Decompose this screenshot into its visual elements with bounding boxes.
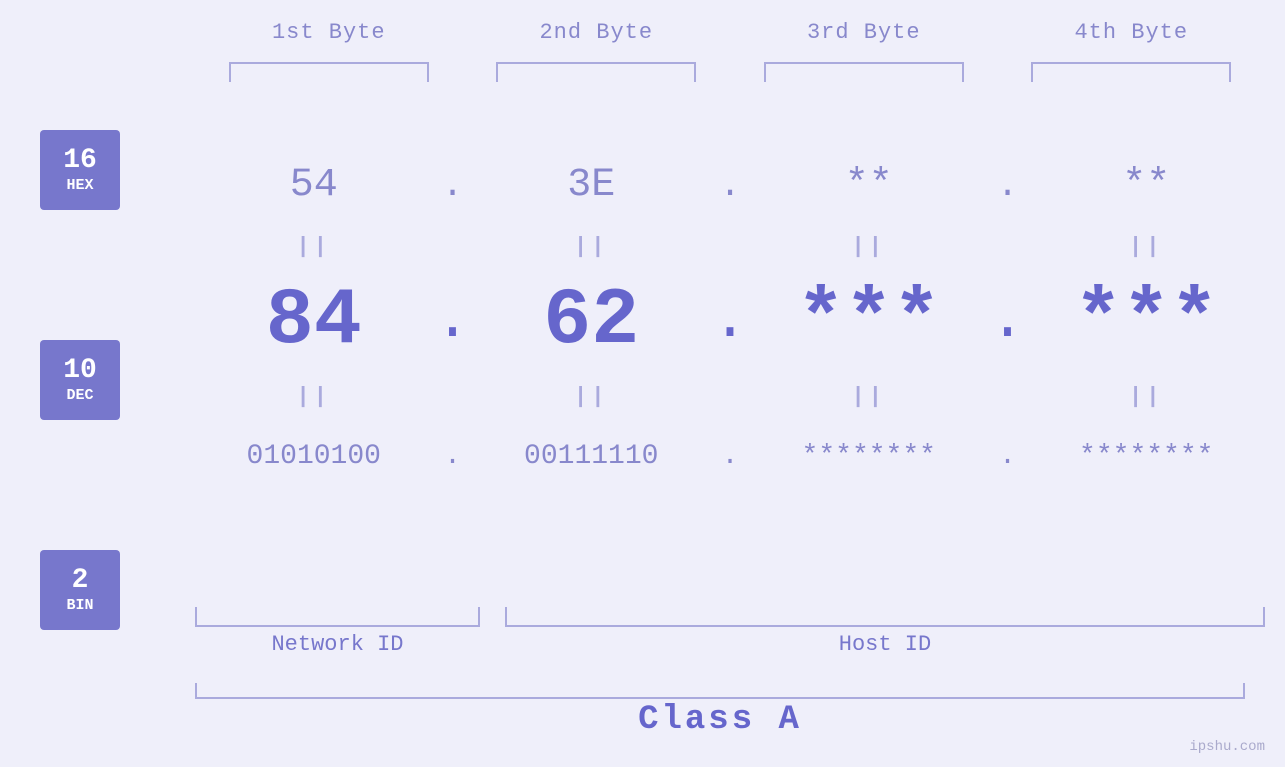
- bin-cell-3: ********: [750, 441, 988, 472]
- network-id-label: Network ID: [195, 632, 480, 657]
- hex-dot-2: .: [710, 165, 750, 206]
- byte-label-1: 1st Byte: [195, 20, 463, 45]
- eq-1: ||: [195, 234, 433, 259]
- bin-cell-1: 01010100: [195, 441, 433, 472]
- watermark: ipshu.com: [1189, 739, 1265, 755]
- dec-badge: 10 DEC: [40, 340, 120, 420]
- hex-val-2: 3E: [567, 163, 615, 208]
- hex-val-3: **: [845, 163, 893, 208]
- bin-badge: 2 BIN: [40, 550, 120, 630]
- hex-val-1: 54: [290, 163, 338, 208]
- dec-cell-1: 84: [195, 276, 433, 367]
- bin-cell-2: 00111110: [473, 441, 711, 472]
- dec-val-2: 62: [543, 276, 639, 367]
- bin-name: BIN: [66, 597, 93, 614]
- bin-num: 2: [72, 566, 89, 597]
- eq-3: ||: [750, 234, 988, 259]
- network-bracket: [195, 607, 480, 627]
- dec-dot-1: .: [433, 287, 473, 355]
- big-bracket: [195, 683, 1245, 699]
- equals-row-2: || || || ||: [195, 381, 1265, 411]
- eq-4: ||: [1028, 234, 1266, 259]
- bin-val-1: 01010100: [247, 441, 381, 472]
- base-badges: 16 HEX 10 DEC 2 BIN: [40, 130, 120, 630]
- top-brackets: [195, 62, 1265, 82]
- hex-cell-1: 54: [195, 163, 433, 208]
- bin-row: 01010100 . 00111110 . ******** . *******…: [195, 421, 1265, 491]
- eq2-2: ||: [473, 384, 711, 409]
- dec-dot-2: .: [710, 287, 750, 355]
- bin-dot-2: .: [710, 441, 750, 472]
- dec-name: DEC: [66, 387, 93, 404]
- hex-cell-4: **: [1028, 163, 1266, 208]
- host-id-label: Host ID: [505, 632, 1265, 657]
- bin-cell-4: ********: [1028, 441, 1266, 472]
- bin-dot-3: .: [988, 441, 1028, 472]
- hex-val-4: **: [1122, 163, 1170, 208]
- hex-row: 54 . 3E . ** . **: [195, 145, 1265, 225]
- bin-val-3: ********: [802, 441, 936, 472]
- dec-cell-2: 62: [473, 276, 711, 367]
- byte-label-3: 3rd Byte: [730, 20, 998, 45]
- hex-badge: 16 HEX: [40, 130, 120, 210]
- eq2-1: ||: [195, 384, 433, 409]
- equals-row-1: || || || ||: [195, 231, 1265, 261]
- dec-num: 10: [63, 356, 97, 387]
- hex-dot-3: .: [988, 165, 1028, 206]
- byte-label-4: 4th Byte: [998, 20, 1266, 45]
- hex-num: 16: [63, 146, 97, 177]
- dec-cell-3: ***: [750, 276, 988, 367]
- eq2-4: ||: [1028, 384, 1266, 409]
- byte-labels: 1st Byte 2nd Byte 3rd Byte 4th Byte: [195, 20, 1265, 45]
- eq2-3: ||: [750, 384, 988, 409]
- dec-val-1: 84: [266, 276, 362, 367]
- bin-dot-1: .: [433, 441, 473, 472]
- dec-row: 84 . 62 . *** . ***: [195, 271, 1265, 371]
- page: 1st Byte 2nd Byte 3rd Byte 4th Byte 16 H…: [0, 0, 1285, 767]
- top-bracket-3: [730, 62, 998, 82]
- top-bracket-1: [195, 62, 463, 82]
- top-bracket-2: [463, 62, 731, 82]
- content-area: 54 . 3E . ** . ** || || || ||: [195, 85, 1265, 491]
- bin-val-4: ********: [1079, 441, 1213, 472]
- hex-name: HEX: [66, 177, 93, 194]
- byte-label-2: 2nd Byte: [463, 20, 731, 45]
- hex-dot-1: .: [433, 165, 473, 206]
- dec-dot-3: .: [988, 287, 1028, 355]
- hex-cell-3: **: [750, 163, 988, 208]
- hex-cell-2: 3E: [473, 163, 711, 208]
- host-bracket: [505, 607, 1265, 627]
- bin-val-2: 00111110: [524, 441, 658, 472]
- dec-cell-4: ***: [1028, 276, 1266, 367]
- bottom-brackets: [195, 607, 1265, 627]
- dec-val-3: ***: [797, 276, 941, 367]
- eq-2: ||: [473, 234, 711, 259]
- dec-val-4: ***: [1074, 276, 1218, 367]
- top-bracket-4: [998, 62, 1266, 82]
- id-labels: Network ID Host ID: [195, 632, 1265, 657]
- class-label: Class A: [195, 701, 1245, 739]
